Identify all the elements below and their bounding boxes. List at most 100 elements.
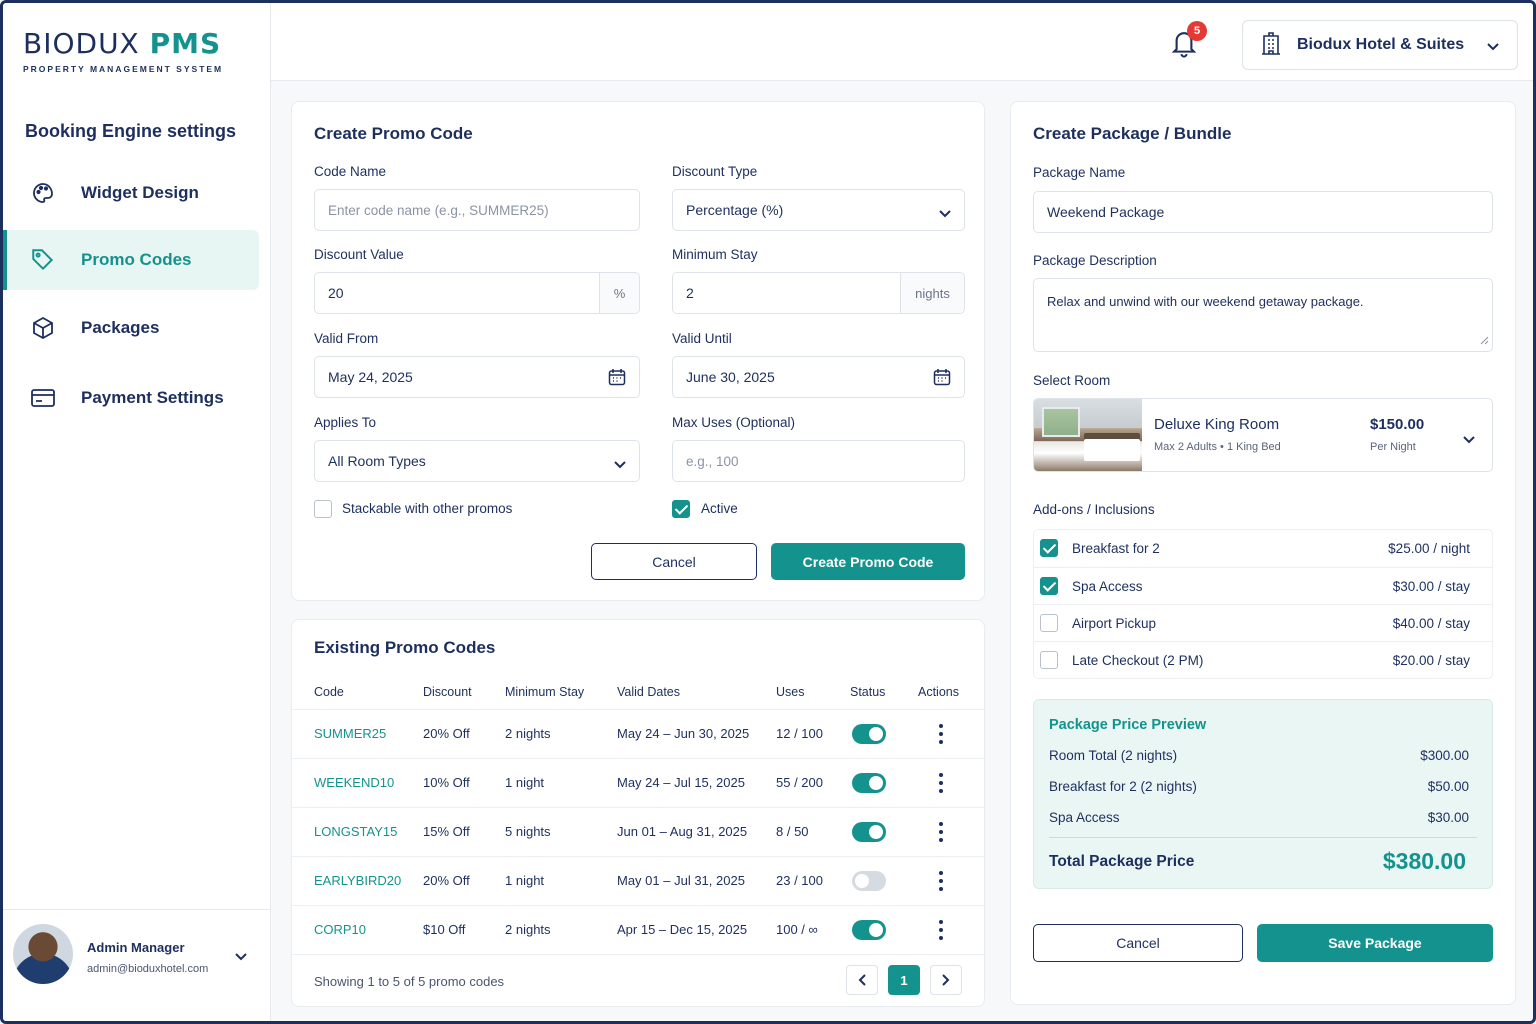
card-title: Create Package / Bundle <box>1033 124 1232 143</box>
package-description-textarea[interactable]: Relax and unwind with our weekend getawa… <box>1033 278 1493 352</box>
discount-type-select[interactable]: Percentage (%) <box>672 189 965 231</box>
addon-price: $20.00 / stay <box>1392 653 1470 668</box>
addon-checkbox[interactable] <box>1040 539 1058 557</box>
status-toggle[interactable] <box>852 773 886 793</box>
list-item[interactable]: Breakfast for 2 $25.00 / night <box>1034 530 1492 567</box>
more-actions-icon[interactable] <box>938 724 944 744</box>
package-name-input[interactable]: Weekend Package <box>1033 191 1493 233</box>
chevron-down-icon <box>614 456 626 472</box>
applies-to-value: All Room Types <box>328 453 426 469</box>
sidebar-item-promo-codes[interactable]: Promo Codes <box>3 230 259 290</box>
addon-price: $40.00 / stay <box>1392 616 1470 631</box>
select-room-label: Select Room <box>1033 373 1111 388</box>
app-frame: BIODUX PMS PROPERTY MANAGEMENT SYSTEM Bo… <box>0 0 1536 1024</box>
sidebar-item-label: Packages <box>81 318 160 337</box>
card-title: Existing Promo Codes <box>314 638 496 657</box>
promo-code[interactable]: EARLYBIRD20 <box>314 873 401 888</box>
preview-title: Package Price Preview <box>1049 717 1207 733</box>
calendar-icon[interactable] <box>933 368 951 389</box>
addon-checkbox[interactable] <box>1040 614 1058 632</box>
room-select[interactable]: Deluxe King Room Max 2 Adults • 1 King B… <box>1033 398 1493 472</box>
user-profile[interactable]: Admin Manager admin@bioduxhotel.com <box>3 909 271 1021</box>
min-stay-input[interactable]: 2 nights <box>672 272 965 314</box>
tag-icon <box>29 246 57 274</box>
create-promo-button[interactable]: Create Promo Code <box>771 543 965 580</box>
code-name-label: Code Name <box>314 164 387 179</box>
package-name-label: Package Name <box>1033 165 1126 180</box>
stackable-checkbox[interactable] <box>314 500 332 518</box>
avatar <box>13 924 73 984</box>
status-toggle[interactable] <box>852 724 886 744</box>
addon-name: Airport Pickup <box>1072 616 1157 631</box>
valid-until-value: June 30, 2025 <box>686 369 775 385</box>
column-header: Status <box>850 685 886 699</box>
discount-value: 20 <box>328 285 344 301</box>
more-actions-icon[interactable] <box>938 773 944 793</box>
dates-cell: Jun 01 – Aug 31, 2025 <box>617 824 748 839</box>
status-toggle[interactable] <box>852 920 886 940</box>
chevron-down-icon[interactable] <box>235 948 247 966</box>
dates-cell: Apr 15 – Dec 15, 2025 <box>617 922 748 937</box>
promo-code[interactable]: SUMMER25 <box>314 726 386 741</box>
list-item[interactable]: Airport Pickup $40.00 / stay <box>1034 604 1492 641</box>
column-header: Code <box>314 685 344 699</box>
addons-list: Breakfast for 2 $25.00 / night Spa Acces… <box>1033 529 1493 679</box>
more-actions-icon[interactable] <box>938 822 944 842</box>
addon-checkbox[interactable] <box>1040 651 1058 669</box>
room-details: Max 2 Adults • 1 King Bed <box>1154 441 1281 453</box>
max-uses-label: Max Uses (Optional) <box>672 415 796 430</box>
room-image <box>1034 399 1142 471</box>
sidebar-item-payment-settings[interactable]: Payment Settings <box>3 368 259 428</box>
status-toggle[interactable] <box>852 871 886 891</box>
discount-type-label: Discount Type <box>672 164 758 179</box>
active-label: Active <box>701 501 738 516</box>
column-header: Valid Dates <box>617 685 680 699</box>
discount-cell: 20% Off <box>423 726 470 741</box>
package-description-value: Relax and unwind with our weekend getawa… <box>1047 294 1364 309</box>
sidebar-item-packages[interactable]: Packages <box>3 298 259 358</box>
max-uses-input[interactable]: e.g., 100 <box>672 440 965 482</box>
min-stay-cell: 2 nights <box>505 922 551 937</box>
chevron-left-icon[interactable] <box>846 965 878 995</box>
min-stay-cell: 1 night <box>505 775 545 790</box>
min-stay-value: 2 <box>686 285 694 301</box>
table-row: SUMMER25 20% Off 2 nights May 24 – Jun 3… <box>292 709 984 758</box>
calendar-icon[interactable] <box>608 368 626 389</box>
column-header: Uses <box>776 685 805 699</box>
valid-from-input[interactable]: May 24, 2025 <box>314 356 640 398</box>
column-header: Minimum Stay <box>505 685 585 699</box>
more-actions-icon[interactable] <box>938 871 944 891</box>
sidebar-item-widget-design[interactable]: Widget Design <box>3 163 259 223</box>
addon-checkbox[interactable] <box>1040 577 1058 595</box>
hotel-selector[interactable]: Biodux Hotel & Suites <box>1242 20 1518 70</box>
hotel-name: Biodux Hotel & Suites <box>1297 36 1465 53</box>
chevron-right-icon[interactable] <box>930 965 962 995</box>
list-item[interactable]: Late Checkout (2 PM) $20.00 / stay <box>1034 641 1492 678</box>
uses-cell: 8 / 50 <box>776 824 809 839</box>
building-icon <box>1259 30 1283 61</box>
promo-code[interactable]: WEEKEND10 <box>314 775 394 790</box>
more-actions-icon[interactable] <box>938 920 944 940</box>
addon-name: Late Checkout (2 PM) <box>1072 653 1204 668</box>
user-name: Admin Manager <box>87 940 185 955</box>
min-stay-label: Minimum Stay <box>672 247 758 262</box>
discount-value-input[interactable]: 20 % <box>314 272 640 314</box>
active-checkbox[interactable] <box>672 500 690 518</box>
valid-until-label: Valid Until <box>672 331 732 346</box>
dates-cell: May 24 – Jul 15, 2025 <box>617 775 745 790</box>
promo-code[interactable]: LONGSTAY15 <box>314 824 397 839</box>
cancel-button[interactable]: Cancel <box>591 543 757 580</box>
resize-handle-icon[interactable] <box>1480 333 1489 348</box>
addon-price: $25.00 / night <box>1388 541 1470 556</box>
valid-until-input[interactable]: June 30, 2025 <box>672 356 965 398</box>
promo-code[interactable]: CORP10 <box>314 922 366 937</box>
list-item[interactable]: Spa Access $30.00 / stay <box>1034 567 1492 604</box>
applies-to-select[interactable]: All Room Types <box>314 440 640 482</box>
status-toggle[interactable] <box>852 822 886 842</box>
logo-wordmark: BIODUX PMS <box>23 27 222 60</box>
code-name-input[interactable]: Enter code name (e.g., SUMMER25) <box>314 189 640 231</box>
save-package-button[interactable]: Save Package <box>1257 924 1493 962</box>
page-button[interactable]: 1 <box>888 965 920 995</box>
valid-from-value: May 24, 2025 <box>328 369 413 385</box>
cancel-button[interactable]: Cancel <box>1033 924 1243 962</box>
